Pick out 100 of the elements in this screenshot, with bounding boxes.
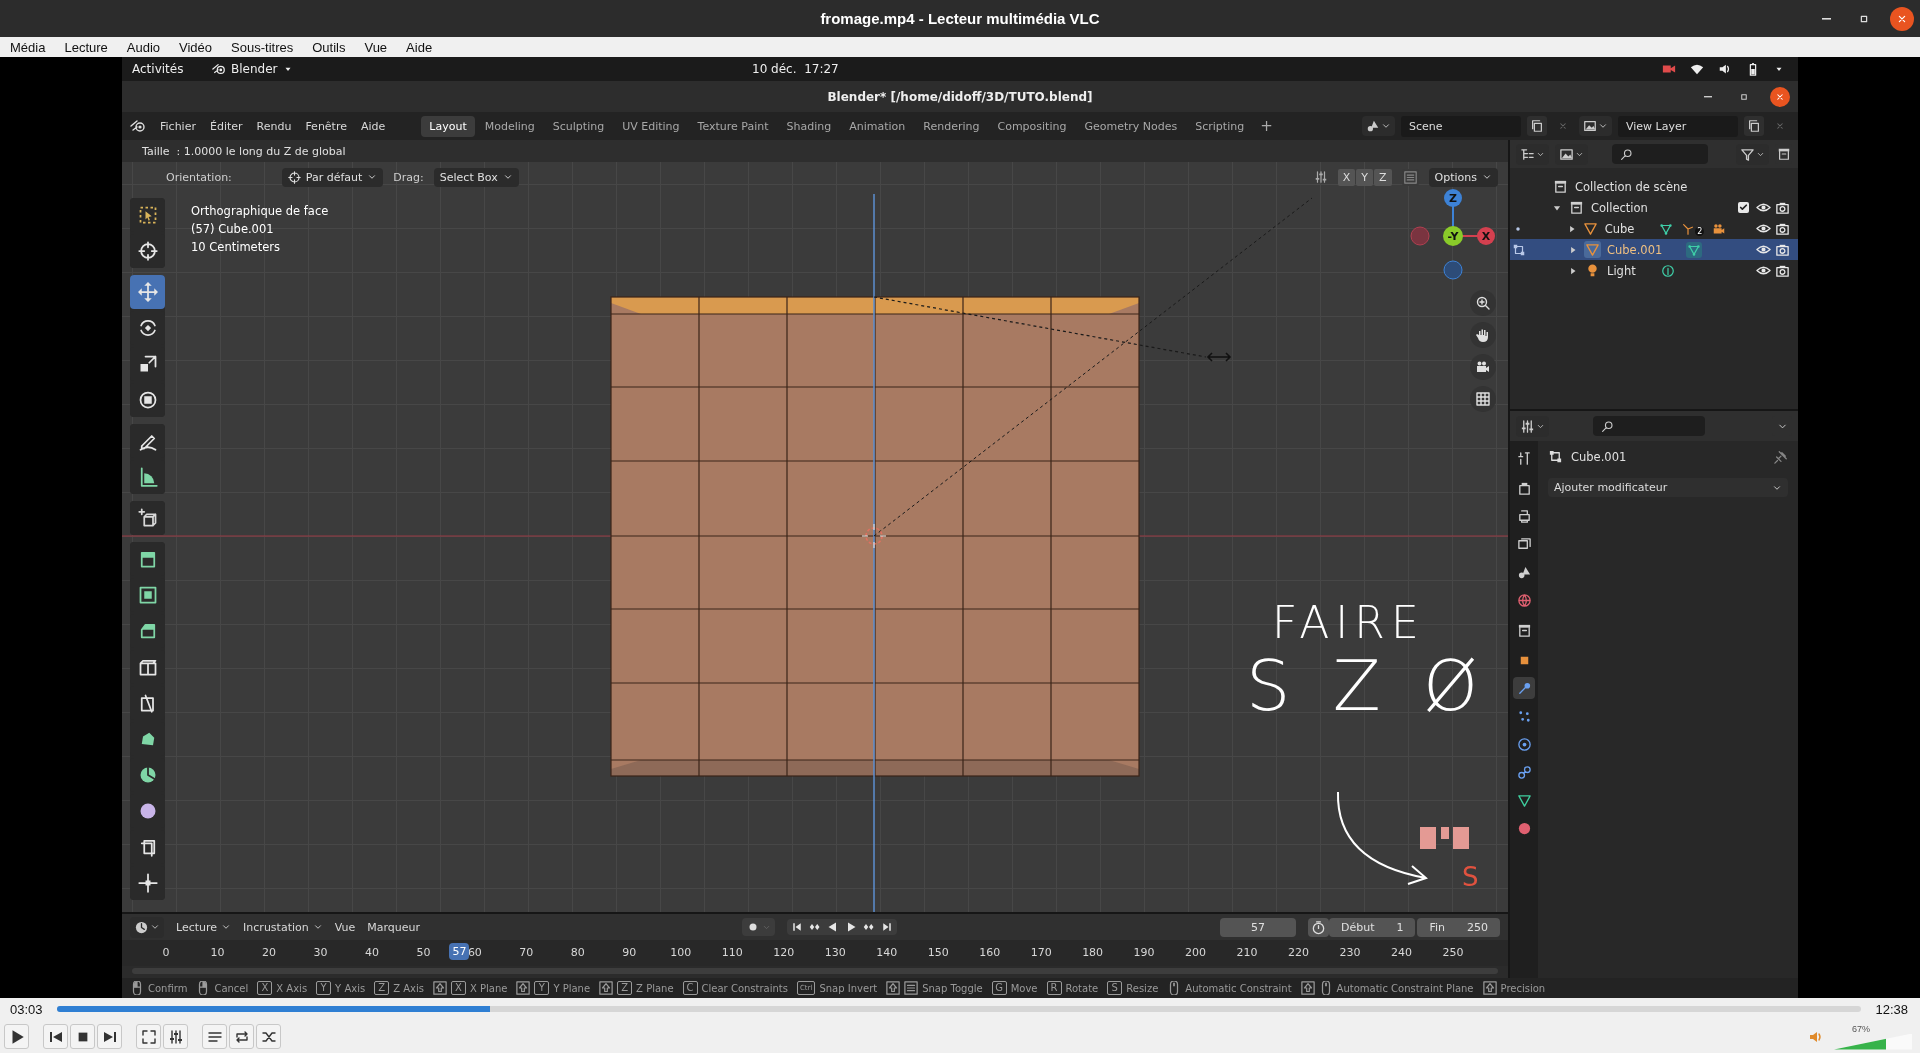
frame-number: 140 bbox=[876, 946, 898, 959]
workspace-tab[interactable]: UV Editing bbox=[614, 115, 688, 137]
axis-button[interactable]: -Y bbox=[1443, 226, 1463, 246]
outliner-row[interactable]: Collection de scène bbox=[1510, 176, 1798, 197]
options-dropdown[interactable]: Options bbox=[1428, 167, 1498, 187]
shortcut-label: X Axis bbox=[276, 982, 308, 994]
drag-dropdown[interactable]: Select Box bbox=[433, 167, 519, 187]
shortcut-label: Y Plane bbox=[553, 982, 591, 994]
total-time: 12:38 bbox=[1875, 1001, 1908, 1017]
menu-item[interactable]: Audio bbox=[126, 39, 161, 55]
menu-item[interactable]: Outils bbox=[312, 39, 346, 55]
frame-number: 100 bbox=[670, 946, 692, 959]
shortcut-label: Clear Constraints bbox=[701, 982, 788, 994]
menu-item[interactable]: Vue bbox=[364, 39, 388, 55]
workspace-tab[interactable]: Layout bbox=[421, 115, 475, 137]
workspace-tab[interactable]: Modeling bbox=[476, 115, 543, 137]
viewport-info-text: 10 Centimeters bbox=[191, 240, 281, 254]
menu-item[interactable]: Lecture bbox=[64, 39, 108, 55]
frame-number: 110 bbox=[721, 946, 743, 959]
frame-number: 10 bbox=[210, 946, 225, 959]
current-frame-field[interactable]: 57 bbox=[1219, 917, 1296, 937]
workspace-tab[interactable]: Shading bbox=[778, 115, 840, 137]
workspace-tab[interactable]: Texture Paint bbox=[689, 115, 777, 137]
outliner-row[interactable]: Cube.001 bbox=[1510, 239, 1798, 260]
workspace-tab[interactable]: Sculpting bbox=[544, 115, 613, 137]
outliner-row[interactable]: Light bbox=[1510, 260, 1798, 281]
menu-item[interactable]: Sous-titres bbox=[231, 39, 294, 55]
frame-number: 180 bbox=[1082, 946, 1104, 959]
window-title: Blender* [/home/didoff/3D/TUTO.blend] bbox=[827, 89, 1093, 104]
shortcut-label: Cancel bbox=[214, 982, 249, 994]
menu-item[interactable]: Vidéo bbox=[179, 39, 213, 55]
clock[interactable]: 10 déc. 17:27 bbox=[752, 62, 839, 76]
outliner-item-name: Collection bbox=[1591, 200, 1648, 215]
workspace-tab[interactable]: Animation bbox=[841, 115, 914, 137]
outliner-item-name: Light bbox=[1607, 263, 1636, 278]
axis-toggle[interactable]: Z bbox=[1374, 168, 1392, 186]
shortcut-label: Automatic Constraint bbox=[1185, 982, 1292, 994]
orientation-dropdown[interactable]: Par défaut bbox=[281, 167, 384, 187]
outliner-row[interactable]: Collection bbox=[1510, 197, 1798, 218]
menu-item[interactable]: Fenêtre bbox=[305, 119, 347, 133]
scene-field[interactable]: Scene bbox=[1401, 115, 1521, 137]
add-workspace-button[interactable]: + bbox=[1254, 117, 1279, 135]
frame-number: 210 bbox=[1236, 946, 1258, 959]
key-cap: C bbox=[682, 981, 698, 995]
menu-item[interactable]: Marqueur bbox=[367, 920, 421, 934]
menu-item[interactable]: Média bbox=[10, 39, 46, 55]
end-frame-field[interactable]: Fin 250 bbox=[1417, 917, 1500, 937]
shortcut-label: Precision bbox=[1500, 982, 1546, 994]
viewport-info-text: (57) Cube.001 bbox=[191, 222, 275, 236]
volume-reading: 67% bbox=[1852, 1023, 1870, 1034]
menu-item[interactable]: Incrustation bbox=[243, 920, 323, 934]
axis-button[interactable]: X bbox=[1477, 227, 1495, 245]
axis-toggle[interactable]: X bbox=[1337, 168, 1356, 186]
workspace-tab[interactable]: Compositing bbox=[989, 115, 1075, 137]
key-cap: Y bbox=[316, 981, 332, 995]
frame-number: 50 bbox=[416, 946, 431, 959]
frame-number: 200 bbox=[1185, 946, 1207, 959]
shortcut-label: Resize bbox=[1126, 982, 1159, 994]
activities-button[interactable]: Activités bbox=[132, 62, 212, 76]
menu-item[interactable]: Fichier bbox=[160, 119, 196, 133]
menu-item[interactable]: Vue bbox=[334, 920, 356, 934]
key-cap: X bbox=[257, 981, 273, 995]
axis-button[interactable]: Z bbox=[1444, 189, 1462, 207]
frame-number: 90 bbox=[622, 946, 637, 959]
field-value: 1 bbox=[1396, 920, 1404, 934]
pressed-key: S bbox=[1462, 862, 1479, 892]
workspace-tab[interactable]: Scripting bbox=[1187, 115, 1253, 137]
shortcut-label: Z Axis bbox=[393, 982, 424, 994]
menu-item[interactable]: Éditer bbox=[209, 119, 243, 133]
badge-count: 2 bbox=[1695, 226, 1705, 236]
shortcut-label: Snap Invert bbox=[819, 982, 878, 994]
frame-number: 60 bbox=[467, 946, 482, 959]
menu-item[interactable]: Rendu bbox=[256, 119, 292, 133]
add-modifier-dropdown[interactable]: Ajouter modificateur bbox=[1548, 478, 1788, 497]
drag-label: Drag: bbox=[393, 170, 424, 184]
menu-item[interactable]: Aide bbox=[406, 39, 433, 55]
frame-number: 30 bbox=[313, 946, 328, 959]
playhead[interactable]: 57 bbox=[449, 943, 470, 960]
menu-item[interactable]: Lecture bbox=[176, 920, 232, 934]
key-cap: Y bbox=[534, 981, 550, 995]
workspace-tab[interactable]: Rendering bbox=[915, 115, 988, 137]
frame-number: 40 bbox=[364, 946, 379, 959]
elapsed-time: 03:03 bbox=[10, 1001, 43, 1017]
frame-number: 150 bbox=[927, 946, 949, 959]
viewport-info-text: Orthographique de face bbox=[191, 204, 329, 218]
frame-number: 80 bbox=[570, 946, 585, 959]
view-layer-field[interactable]: View Layer bbox=[1618, 115, 1738, 137]
key-cap: X bbox=[450, 981, 466, 995]
workspace-tab[interactable]: Geometry Nodes bbox=[1076, 115, 1186, 137]
frame-number: 240 bbox=[1391, 946, 1412, 959]
menu-item[interactable]: Aide bbox=[361, 119, 386, 133]
start-frame-field[interactable]: Début 1 bbox=[1328, 917, 1416, 937]
shortcut-label: Rotate bbox=[1065, 982, 1099, 994]
key-cap: G bbox=[991, 981, 1007, 995]
app-menu[interactable]: Blender bbox=[212, 62, 293, 76]
axis-toggle[interactable]: Y bbox=[1356, 168, 1373, 186]
outliner-row[interactable]: Cube 2 bbox=[1510, 218, 1798, 239]
frame-number: 70 bbox=[519, 946, 534, 959]
handwritten-note: S Z Ø bbox=[1246, 645, 1488, 727]
frame-number: 130 bbox=[824, 946, 846, 959]
